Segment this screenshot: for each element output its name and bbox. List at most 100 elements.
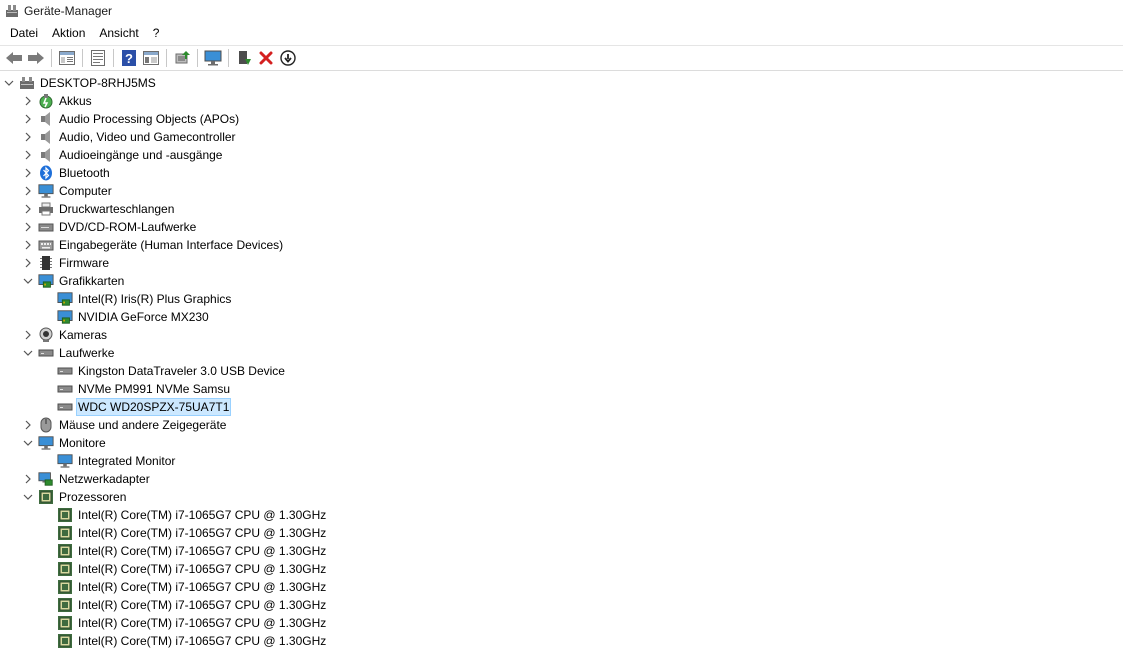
menu-ansicht[interactable]: Ansicht — [92, 23, 145, 43]
tree-item-label: Audioeingänge und -ausgänge — [59, 148, 223, 162]
tree-device-item[interactable]: Intel(R) Core(TM) i7-1065G7 CPU @ 1.30GH… — [41, 614, 328, 632]
chevron-down-icon[interactable] — [22, 434, 34, 452]
tree-category-16[interactable]: Prozessoren — [22, 488, 128, 506]
tree-category-14[interactable]: Monitore — [22, 434, 108, 452]
chevron-right-icon[interactable] — [22, 128, 34, 146]
chevron-right-icon[interactable] — [22, 254, 34, 272]
tree-device-item[interactable]: Intel(R) Core(TM) i7-1065G7 CPU @ 1.30GH… — [41, 560, 328, 578]
properties-icon[interactable] — [87, 47, 109, 69]
menu-aktion[interactable]: Aktion — [45, 23, 92, 43]
tree-item-label: Intel(R) Core(TM) i7-1065G7 CPU @ 1.30GH… — [78, 526, 327, 540]
speaker-icon — [38, 129, 54, 145]
chevron-right-icon[interactable] — [22, 470, 34, 488]
tree-device-item[interactable]: Intel(R) Core(TM) i7-1065G7 CPU @ 1.30GH… — [41, 506, 328, 524]
tree-item-label: Mäuse und andere Zeigegeräte — [59, 418, 227, 432]
tree-device-item[interactable]: WDC WD20SPZX-75UA7T1 — [41, 398, 232, 416]
display-adapter-icon — [38, 273, 54, 289]
tree-device-item[interactable]: Integrated Monitor — [41, 452, 177, 470]
details-pane-icon[interactable] — [140, 47, 162, 69]
tree-device-item[interactable]: NVIDIA GeForce MX230 — [41, 308, 211, 326]
tree-category-10[interactable]: Grafikkarten — [22, 272, 126, 290]
tree-item-label: Laufwerke — [59, 346, 115, 360]
tree-category-12[interactable]: Laufwerke — [22, 344, 116, 362]
tree-device-item[interactable]: Intel(R) Core(TM) i7-1065G7 CPU @ 1.30GH… — [41, 542, 328, 560]
chevron-right-icon[interactable] — [22, 236, 34, 254]
menu-datei[interactable]: Datei — [3, 23, 45, 43]
chevron-right-icon[interactable] — [22, 200, 34, 218]
processor-icon — [38, 489, 54, 505]
printer-icon — [38, 201, 54, 217]
chevron-right-icon[interactable] — [22, 146, 34, 164]
device-manager-icon — [4, 3, 20, 19]
chevron-right-icon[interactable] — [22, 326, 34, 344]
disk-drive-icon — [57, 399, 73, 415]
tree-category-1[interactable]: Audio Processing Objects (APOs) — [22, 110, 241, 128]
chevron-right-icon[interactable] — [22, 416, 34, 434]
tree-item-label: Integrated Monitor — [78, 454, 176, 468]
tree-category-2[interactable]: Audio, Video und Gamecontroller — [22, 128, 238, 146]
tree-category-6[interactable]: Druckwarteschlangen — [22, 200, 176, 218]
tree-category-0[interactable]: Akkus — [22, 92, 94, 110]
tree-device-item[interactable]: Intel(R) Iris(R) Plus Graphics — [41, 290, 233, 308]
menu-bar: Datei Aktion Ansicht ? — [0, 22, 1123, 44]
tree-item-label: Eingabegeräte (Human Interface Devices) — [59, 238, 284, 252]
uninstall-device-icon[interactable] — [255, 47, 277, 69]
tree-item-label: Intel(R) Core(TM) i7-1065G7 CPU @ 1.30GH… — [78, 634, 327, 648]
tree-item-label: Druckwarteschlangen — [59, 202, 175, 216]
chevron-right-icon[interactable] — [22, 110, 34, 128]
tree-category-13[interactable]: Mäuse und andere Zeigegeräte — [22, 416, 228, 434]
chevron-down-icon[interactable] — [22, 272, 34, 290]
menu-help[interactable]: ? — [146, 23, 167, 43]
show-hide-tree-icon[interactable] — [56, 47, 78, 69]
chevron-down-icon[interactable] — [3, 74, 15, 92]
forward-arrow-icon[interactable] — [25, 47, 47, 69]
tree-device-item[interactable]: Intel(R) Core(TM) i7-1065G7 CPU @ 1.30GH… — [41, 578, 328, 596]
bluetooth-icon — [38, 165, 54, 181]
tree-device-item[interactable]: NVMe PM991 NVMe Samsu — [41, 380, 232, 398]
update-driver-icon[interactable] — [171, 47, 193, 69]
processor-icon — [57, 507, 73, 523]
chevron-right-icon[interactable] — [22, 92, 34, 110]
tree-category-9[interactable]: Firmware — [22, 254, 111, 272]
tree-category-3[interactable]: Audioeingänge und -ausgänge — [22, 146, 224, 164]
tree-category-8[interactable]: Eingabegeräte (Human Interface Devices) — [22, 236, 285, 254]
tree-category-5[interactable]: Computer — [22, 182, 114, 200]
enable-device-icon[interactable] — [233, 47, 255, 69]
chevron-right-icon[interactable] — [22, 164, 34, 182]
tree-item-label: Audio Processing Objects (APOs) — [59, 112, 240, 126]
tree-item-label: DVD/CD-ROM-Laufwerke — [59, 220, 197, 234]
device-tree[interactable]: DESKTOP-8RHJ5MS Akkus Audio Processing Obj… — [3, 74, 1121, 654]
speaker-icon — [38, 147, 54, 163]
tree-device-item[interactable]: Intel(R) Core(TM) i7-1065G7 CPU @ 1.30GH… — [41, 524, 328, 542]
chevron-down-icon[interactable] — [22, 344, 34, 362]
help-icon[interactable]: ? — [118, 47, 140, 69]
download-icon[interactable] — [277, 47, 299, 69]
chevron-right-icon[interactable] — [22, 218, 34, 236]
tree-category-15[interactable]: Netzwerkadapter — [22, 470, 152, 488]
disk-drive-icon — [57, 363, 73, 379]
chevron-right-icon[interactable] — [22, 182, 34, 200]
tree-category-4[interactable]: Bluetooth — [22, 164, 112, 182]
tree-category-11[interactable]: Kameras — [22, 326, 109, 344]
tree-device-item[interactable]: Kingston DataTraveler 3.0 USB Device — [41, 362, 287, 380]
tree-item-label: Firmware — [59, 256, 109, 270]
tree-item-label: NVIDIA GeForce MX230 — [78, 310, 209, 324]
tree-item-label: Grafikkarten — [59, 274, 125, 288]
tree-device-item[interactable]: Intel(R) Core(TM) i7-1065G7 CPU @ 1.30GH… — [41, 596, 328, 614]
back-arrow-icon[interactable] — [3, 47, 25, 69]
computer-root-icon — [19, 75, 35, 91]
optical-drive-icon — [38, 219, 54, 235]
scan-hardware-icon[interactable] — [202, 47, 224, 69]
chevron-down-icon[interactable] — [22, 488, 34, 506]
tree-category-7[interactable]: DVD/CD-ROM-Laufwerke — [22, 218, 198, 236]
processor-icon — [57, 525, 73, 541]
tree-root-computer[interactable]: DESKTOP-8RHJ5MS — [3, 74, 158, 92]
tree-device-item[interactable]: Intel(R) Core(TM) i7-1065G7 CPU @ 1.30GH… — [41, 632, 328, 650]
